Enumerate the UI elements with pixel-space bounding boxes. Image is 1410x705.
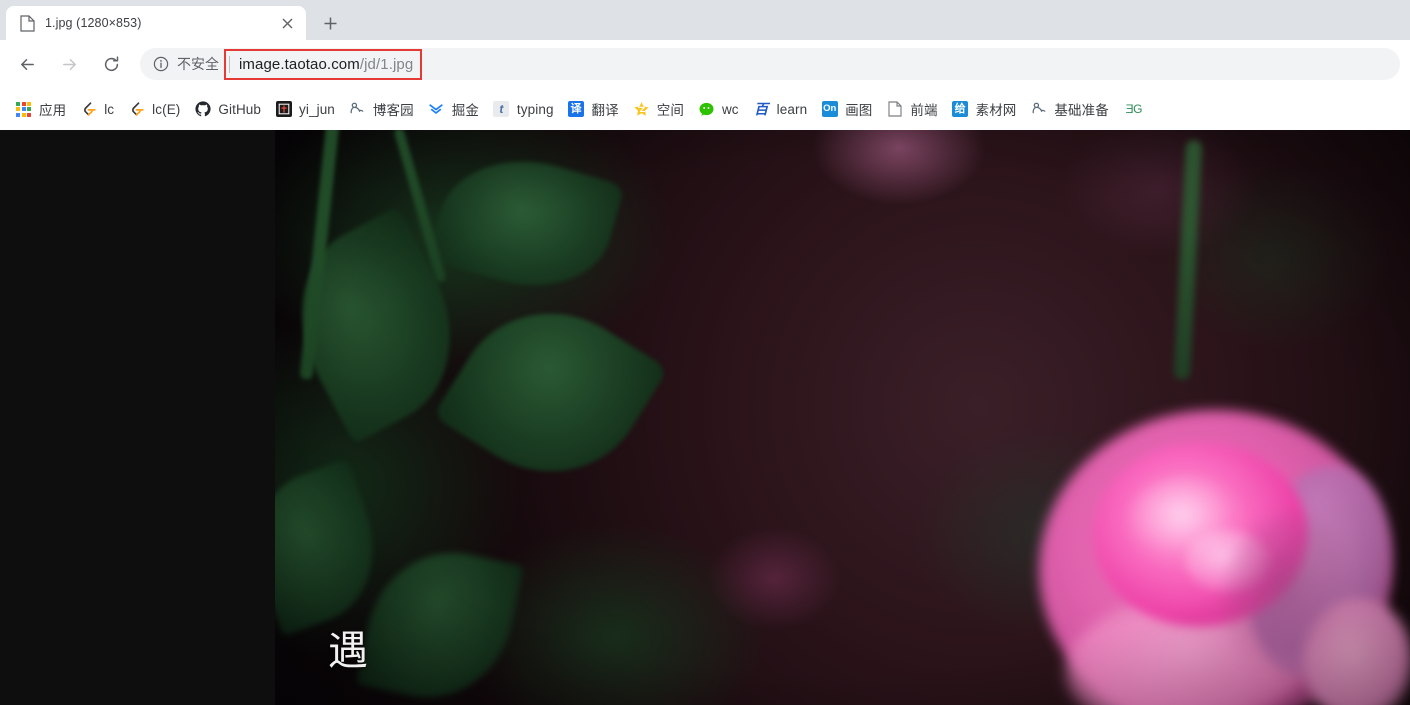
security-status-text: 不安全 bbox=[177, 56, 219, 72]
info-circle-icon[interactable] bbox=[152, 55, 170, 73]
bookmark-label: 画图 bbox=[845, 103, 873, 118]
bookmark-sucaiwang[interactable]: 给 素材网 bbox=[945, 96, 1024, 122]
bookmark-label: 掘金 bbox=[451, 103, 479, 118]
bookmark-jichuzhunbei[interactable]: 基础准备 bbox=[1023, 96, 1115, 122]
juejin-icon bbox=[428, 101, 445, 118]
og-icon-glyph: ƎG bbox=[1125, 102, 1143, 116]
translate-icon: 译 bbox=[568, 101, 585, 118]
image-watermark: 遇 bbox=[328, 628, 368, 674]
cnblogs-icon bbox=[349, 101, 366, 118]
bookmark-github[interactable]: GitHub bbox=[187, 96, 268, 122]
leetcode-icon bbox=[80, 101, 97, 118]
navigation-toolbar: 不安全 image.taotao.com/jd/1.jpg bbox=[0, 40, 1410, 88]
bookmark-qzone[interactable]: 空间 bbox=[626, 96, 691, 122]
bookmark-label: yi_jun bbox=[299, 101, 335, 117]
typing-icon-glyph: t bbox=[493, 101, 510, 117]
bookmark-label: lc(E) bbox=[152, 101, 181, 117]
yijun-icon bbox=[275, 101, 292, 118]
document-icon bbox=[886, 101, 903, 118]
bookmark-translate[interactable]: 译 翻译 bbox=[561, 96, 626, 122]
bookmark-label: 应用 bbox=[39, 103, 67, 118]
bookmark-learn[interactable]: 百 learn bbox=[746, 96, 815, 122]
bookmark-juejin[interactable]: 掘金 bbox=[421, 96, 486, 122]
bookmark-qianduan[interactable]: 前端 bbox=[879, 96, 944, 122]
bookmark-huatu[interactable]: On 画图 bbox=[814, 96, 879, 122]
og-icon: ƎG bbox=[1123, 101, 1145, 118]
bookmark-apps[interactable]: 应用 bbox=[8, 96, 73, 122]
on-icon-glyph: On bbox=[821, 101, 838, 117]
url-host: image.taotao.com bbox=[239, 55, 360, 73]
bookmark-typing[interactable]: t typing bbox=[486, 96, 561, 122]
tab-title: 1.jpg (1280×853) bbox=[45, 16, 142, 30]
apps-grid-icon bbox=[15, 101, 32, 118]
close-icon[interactable] bbox=[276, 12, 298, 34]
github-icon bbox=[194, 101, 211, 118]
address-bar[interactable]: 不安全 image.taotao.com/jd/1.jpg bbox=[140, 48, 1400, 80]
bookmark-label: learn bbox=[776, 101, 808, 117]
tab-active[interactable]: 1.jpg (1280×853) bbox=[6, 6, 306, 40]
gei-icon-glyph: 给 bbox=[952, 101, 969, 117]
bookmark-yi-jun[interactable]: yi_jun bbox=[268, 96, 342, 122]
document-icon bbox=[18, 14, 36, 32]
baidu-icon: 百 bbox=[753, 101, 770, 118]
on-icon: On bbox=[821, 101, 838, 118]
bookmark-label: lc bbox=[104, 101, 115, 117]
reload-button[interactable] bbox=[94, 47, 128, 81]
new-tab-button[interactable] bbox=[316, 9, 344, 37]
bookmark-label: 翻译 bbox=[591, 103, 619, 118]
bookmark-cnblogs[interactable]: 博客园 bbox=[342, 96, 421, 122]
gei-icon: 给 bbox=[952, 101, 969, 118]
url-path: /jd/1.jpg bbox=[359, 55, 414, 73]
cnblogs-icon bbox=[1030, 101, 1047, 118]
wechat-icon bbox=[698, 101, 715, 118]
typing-icon: t bbox=[493, 101, 510, 118]
bookmark-label: 基础准备 bbox=[1054, 103, 1109, 118]
photo-vignette bbox=[275, 130, 1410, 705]
bookmark-label: 前端 bbox=[910, 103, 938, 118]
bookmark-label: 空间 bbox=[656, 103, 684, 118]
bookmark-lc-e[interactable]: lc(E) bbox=[121, 96, 187, 122]
bookmark-label: 素材网 bbox=[975, 103, 1017, 118]
leetcode-icon bbox=[128, 101, 145, 118]
bookmark-overflow-partial[interactable]: ƎG bbox=[1116, 96, 1159, 122]
bookmark-label: 博客园 bbox=[372, 103, 414, 118]
bookmark-lc[interactable]: lc bbox=[73, 96, 121, 122]
browser-window: 1.jpg (1280×853) 不安全 image.taotao.com/jd… bbox=[0, 0, 1410, 705]
qzone-star-icon bbox=[633, 101, 650, 118]
bookmark-label: typing bbox=[516, 101, 554, 117]
bookmark-label: wc bbox=[721, 101, 739, 117]
bookmark-wc[interactable]: wc bbox=[691, 96, 746, 122]
back-button[interactable] bbox=[10, 47, 44, 81]
url-text: image.taotao.com/jd/1.jpg bbox=[239, 56, 413, 73]
bookmarks-bar: 应用 lc lc(E) GitHub yi_jun 博客园 掘金 t typin… bbox=[0, 88, 1410, 130]
image-viewer-background: 遇 bbox=[0, 130, 1410, 705]
baidu-icon-glyph: 百 bbox=[754, 101, 769, 117]
bookmark-label: GitHub bbox=[218, 101, 262, 117]
rose-photo[interactable]: 遇 bbox=[275, 130, 1410, 705]
url-highlight-box[interactable]: image.taotao.com/jd/1.jpg bbox=[224, 48, 423, 80]
url-divider bbox=[229, 55, 230, 73]
tab-strip: 1.jpg (1280×853) bbox=[0, 0, 1410, 40]
translate-icon-glyph: 译 bbox=[568, 101, 585, 117]
forward-button bbox=[52, 47, 86, 81]
